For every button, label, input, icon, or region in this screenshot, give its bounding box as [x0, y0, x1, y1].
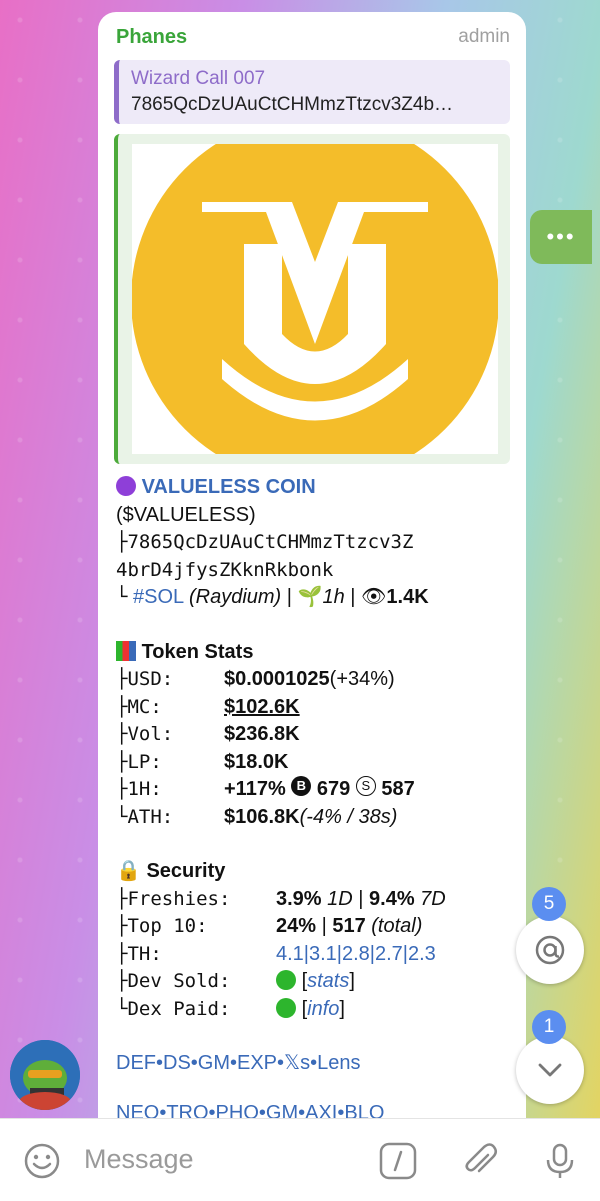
stat-key: ├Vol: [116, 723, 174, 745]
stat-row-usd: ├USD: $0.0001025 (+34%) [116, 666, 516, 694]
sep: | [316, 915, 333, 937]
stat-extra: (+34%) [329, 668, 395, 690]
mention-button[interactable] [516, 916, 584, 984]
mentions-badge: 5 [532, 887, 566, 921]
buys-count: 679 [316, 778, 351, 800]
stat-value: +117% [224, 778, 286, 800]
label: 7D [414, 887, 446, 910]
stat-value: $18.0K [224, 750, 289, 773]
green-circle-icon [276, 997, 296, 1018]
security-key: └Dex Paid: [116, 997, 231, 1020]
sells-icon: S [355, 776, 376, 796]
security-key: ├Top 10: [116, 915, 208, 937]
security-devsold: ├Dev Sold: [stats] [116, 968, 516, 996]
sep: | [281, 586, 298, 608]
token-age: 1h [322, 586, 345, 608]
freshies-7d: 9.4% [369, 887, 415, 910]
quick-links[interactable]: DEF•DS•GM•EXP•𝕏s•Lens [116, 1050, 361, 1075]
lock-icon: 🔒 [116, 860, 141, 882]
scroll-down-button[interactable] [516, 1036, 584, 1104]
security-freshies: ├Freshies: 3.9% 1D | 9.4% 7D [116, 886, 516, 914]
seedling-icon: 🌱 [297, 586, 323, 608]
bracket: ] [349, 970, 355, 992]
stat-row-lp: ├LP: $18.0K [116, 749, 516, 777]
stat-key: ├1H: [116, 778, 162, 800]
mention-icon [535, 935, 565, 965]
freshies-1d: 3.9% [276, 887, 322, 910]
security-top10: ├Top 10: 24% | 517 (total) [116, 913, 516, 941]
reply-text: 7865QcDzUAuCtCHMmzTtzcv3Z4b… [131, 94, 454, 115]
label: 1D [321, 887, 353, 910]
top10-pct: 24% [276, 915, 317, 937]
security-title: Security [146, 860, 226, 882]
stat-key: ├LP: [116, 750, 162, 773]
stat-row-ath: └ATH: $106.8K (-4% / 38s) [116, 804, 516, 832]
security-th: ├TH: 4.1|3.1|2.8|2.7|2.3 [116, 941, 516, 969]
bracket: ] [339, 997, 345, 1020]
command-icon[interactable] [378, 1141, 418, 1181]
token-name-line: VALUELESS COIN [116, 474, 516, 502]
chain-hashtag[interactable]: #SOL [133, 586, 183, 608]
link-preview[interactable] [114, 134, 510, 464]
token-logo [132, 144, 498, 454]
chevron-down-icon [538, 1063, 562, 1077]
reply-quote[interactable]: Wizard Call 007 7865QcDzUAuCtCHMmzTtzcv3… [114, 60, 510, 124]
message-bubble: Phanes admin Wizard Call 007 7865QcDzUAu… [98, 12, 526, 1122]
top-holders-links[interactable]: 4.1|3.1|2.8|2.7|2.3 [276, 941, 436, 969]
stat-extra: (-4% / 38s) [299, 805, 398, 828]
token-address-1[interactable]: ├7865QcDzUAuCtCHMmzTtzcv3Z [116, 529, 516, 557]
stat-value-link[interactable]: $102.6K [224, 694, 300, 722]
token-name-link[interactable]: VALUELESS COIN [142, 476, 316, 498]
security-key: ├Dev Sold: [116, 970, 231, 992]
stat-value: $106.8K [224, 805, 300, 828]
stat-key: ├MC: [116, 695, 162, 718]
green-circle-icon [276, 970, 296, 990]
label: (total) [365, 915, 423, 937]
top10-total: 517 [332, 915, 366, 937]
dev-sold-stats-link[interactable]: stats [307, 970, 349, 992]
dex-paid-info-link[interactable]: info [307, 998, 339, 1020]
sep: | [344, 586, 362, 608]
stats-title: Token Stats [141, 640, 254, 663]
security-dexpaid: └Dex Paid: [info] [116, 996, 516, 1024]
stat-key: └ATH: [116, 805, 174, 828]
mic-icon[interactable] [540, 1141, 580, 1181]
tree-branch: └ [116, 586, 128, 608]
stat-row-vol: ├Vol: $236.8K [116, 721, 516, 749]
eye-icon: 👁 [361, 586, 387, 608]
stat-value: $236.8K [224, 723, 300, 745]
stat-row-mc: ├MC: $102.6K [116, 694, 516, 722]
emoji-icon[interactable] [22, 1141, 62, 1181]
chain-line: └ #SOL (Raydium) | 🌱1h | 👁1.4K [116, 584, 516, 612]
security-key: ├Freshies: [116, 887, 231, 910]
unread-badge: 1 [532, 1010, 566, 1044]
dex-name: (Raydium) [188, 586, 282, 608]
reply-title: Wizard Call 007 [131, 68, 266, 89]
message-body: VALUELESS COIN ($VALUELESS) ├7865QcDzUAu… [116, 474, 516, 1023]
token-ticker: ($VALUELESS) [116, 503, 256, 526]
security-key: ├TH: [116, 942, 162, 965]
stat-row-1h: ├1H: +117% B 679 S 587 [116, 776, 516, 804]
buys-icon: B [291, 776, 312, 796]
security-header: 🔒 Security [116, 858, 516, 886]
sender-role: admin [458, 26, 510, 47]
avatar[interactable] [10, 1040, 80, 1110]
sep: | [352, 887, 370, 910]
purple-circle-icon [116, 476, 136, 496]
view-count: 1.4K [386, 586, 429, 608]
more-icon[interactable]: ••• [530, 210, 592, 264]
stat-key: ├USD: [116, 668, 174, 690]
sells-count: 587 [381, 778, 415, 800]
stat-value: $0.0001025 [224, 668, 330, 690]
sender-name[interactable]: Phanes [116, 26, 187, 49]
attach-icon[interactable] [460, 1141, 500, 1181]
token-address-2[interactable]: 4brD4jfysZKknRkbonk [116, 557, 516, 585]
message-composer: Message [0, 1118, 600, 1201]
chart-icon [116, 640, 136, 661]
message-input[interactable]: Message [84, 1144, 194, 1175]
stats-header: Token Stats [116, 639, 516, 667]
